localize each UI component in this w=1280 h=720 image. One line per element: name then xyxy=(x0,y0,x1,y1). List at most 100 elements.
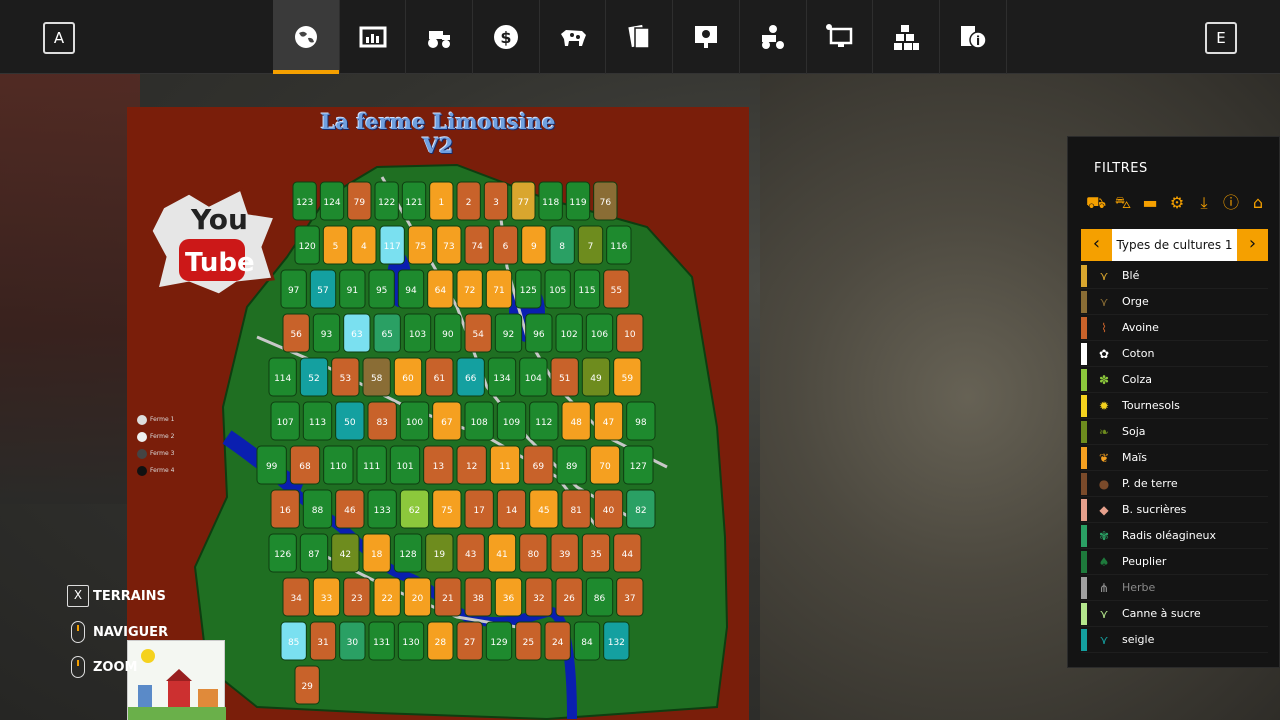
map-field[interactable]: 120 xyxy=(294,225,320,265)
map-field[interactable]: 8 xyxy=(549,225,575,265)
map-field[interactable]: 58 xyxy=(362,357,391,397)
map-field[interactable]: 128 xyxy=(393,533,423,573)
map-field[interactable]: 92 xyxy=(494,313,523,353)
map-field[interactable]: 76 xyxy=(593,181,618,221)
map-field[interactable]: 52 xyxy=(299,357,329,397)
crop-filter-item[interactable]: ⋎ Orge xyxy=(1081,289,1268,315)
map-field[interactable]: 108 xyxy=(464,401,494,441)
map-field[interactable]: 66 xyxy=(456,357,485,397)
map-field[interactable]: 84 xyxy=(573,621,601,661)
map-field[interactable]: 77 xyxy=(511,181,536,221)
info-tab[interactable]: i xyxy=(940,0,1007,74)
map-field[interactable]: 50 xyxy=(335,401,365,441)
map-field[interactable]: 48 xyxy=(561,401,591,441)
map-field[interactable]: 70 xyxy=(589,445,621,485)
map-field[interactable]: 75 xyxy=(432,489,462,529)
home-icon[interactable]: ⌂ xyxy=(1248,193,1268,213)
crop-filter-item[interactable]: ⋎ seigle xyxy=(1081,627,1268,653)
contracts-tab[interactable] xyxy=(606,0,674,74)
map-field[interactable]: 95 xyxy=(368,269,395,309)
crop-filter-item[interactable]: ✹ Tournesols xyxy=(1081,393,1268,419)
map-field[interactable]: 20 xyxy=(403,577,432,617)
map-field[interactable]: 10 xyxy=(616,313,644,353)
control-terrains[interactable]: X TERRAINS xyxy=(67,585,166,607)
map-field[interactable]: 80 xyxy=(519,533,548,573)
harvester-icon[interactable]: ⛍ xyxy=(1113,193,1133,213)
vehicles-tab[interactable] xyxy=(406,0,474,74)
map-field[interactable]: 32 xyxy=(525,577,553,617)
map-field[interactable]: 97 xyxy=(280,269,307,309)
crop-filter-item[interactable]: ❧ Soja xyxy=(1081,419,1268,445)
chevron-left-icon[interactable]: ‹ xyxy=(1081,229,1112,261)
map-field[interactable]: 75 xyxy=(407,225,434,265)
map-field[interactable]: 107 xyxy=(270,401,300,441)
map-field[interactable]: 19 xyxy=(425,533,454,573)
map-field[interactable]: 123 xyxy=(292,181,317,221)
map-field[interactable]: 30 xyxy=(339,621,366,661)
prev-page-key[interactable]: A xyxy=(43,22,75,54)
map-field[interactable]: 109 xyxy=(496,401,527,441)
map-field[interactable]: 41 xyxy=(487,533,517,573)
map-field[interactable]: 99 xyxy=(256,445,287,485)
map-field[interactable]: 69 xyxy=(523,445,554,485)
map-field[interactable]: 51 xyxy=(550,357,579,397)
map-field[interactable]: 46 xyxy=(335,489,365,529)
map-field[interactable]: 33 xyxy=(312,577,341,617)
production-tab[interactable] xyxy=(873,0,940,74)
map-field[interactable]: 122 xyxy=(374,181,399,221)
map-field[interactable]: 45 xyxy=(529,489,559,529)
map-field[interactable]: 38 xyxy=(464,577,492,617)
map-field[interactable]: 61 xyxy=(425,357,454,397)
finances-tab[interactable]: $ xyxy=(473,0,540,74)
settings-tab[interactable] xyxy=(807,0,874,74)
map-field[interactable]: 72 xyxy=(456,269,483,309)
map-field[interactable]: 134 xyxy=(487,357,517,397)
map-field[interactable]: 85 xyxy=(280,621,307,661)
map-field[interactable]: 40 xyxy=(593,489,624,529)
map-field[interactable]: 86 xyxy=(585,577,614,617)
map-field[interactable]: 43 xyxy=(456,533,485,573)
map-field[interactable]: 64 xyxy=(427,269,454,309)
animals-tab[interactable] xyxy=(540,0,607,74)
map-field[interactable]: 106 xyxy=(585,313,614,353)
map-tab[interactable] xyxy=(273,0,340,74)
tractor-icon[interactable]: ⛟ xyxy=(1086,193,1106,213)
gears-icon[interactable]: ⚙ xyxy=(1167,193,1187,213)
map-field[interactable]: 79 xyxy=(347,181,372,221)
chevron-right-icon[interactable]: › xyxy=(1237,229,1268,261)
crop-filter-item[interactable]: ● P. de terre xyxy=(1081,471,1268,497)
map-field[interactable]: 88 xyxy=(302,489,333,529)
control-zoom[interactable]: ZOOM xyxy=(67,656,137,678)
map-field[interactable]: 27 xyxy=(456,621,483,661)
map-field[interactable]: 56 xyxy=(282,313,310,353)
map-field[interactable]: 12 xyxy=(456,445,487,485)
map-field[interactable]: 36 xyxy=(494,577,523,617)
map-field[interactable]: 124 xyxy=(319,181,345,221)
map-field[interactable]: 22 xyxy=(373,577,401,617)
map-field[interactable]: 14 xyxy=(496,489,527,529)
map-field[interactable]: 7 xyxy=(577,225,604,265)
map-field[interactable]: 133 xyxy=(367,489,397,529)
crop-filter-item[interactable]: ♠ Peuplier xyxy=(1081,549,1268,575)
map-field[interactable]: 44 xyxy=(613,533,642,573)
map-field[interactable]: 6 xyxy=(492,225,519,265)
map-field[interactable]: 104 xyxy=(519,357,548,397)
map-field[interactable]: 23 xyxy=(343,577,371,617)
map-field[interactable]: 116 xyxy=(606,225,632,265)
map-field[interactable]: 39 xyxy=(550,533,579,573)
ingame-map[interactable]: 123 124 79 122 121 1 2 3 77 118 119 76 120 5 4 117 75 73 7… xyxy=(127,107,749,720)
map-field[interactable]: 1 xyxy=(429,181,454,221)
map-field[interactable]: 16 xyxy=(270,489,300,529)
map-field[interactable]: 115 xyxy=(573,269,601,309)
warning-icon[interactable]: ⓘ xyxy=(1221,193,1241,213)
map-field[interactable]: 118 xyxy=(538,181,563,221)
crop-filter-item[interactable]: ⋎ Blé xyxy=(1081,263,1268,289)
map-field[interactable]: 90 xyxy=(434,313,462,353)
map-field[interactable]: 117 xyxy=(379,225,405,265)
map-field[interactable]: 111 xyxy=(356,445,387,485)
map-field[interactable]: 100 xyxy=(399,401,430,441)
help-tab[interactable] xyxy=(673,0,740,74)
map-field[interactable]: 87 xyxy=(299,533,329,573)
map-field[interactable]: 121 xyxy=(401,181,427,221)
map-field[interactable]: 60 xyxy=(393,357,423,397)
